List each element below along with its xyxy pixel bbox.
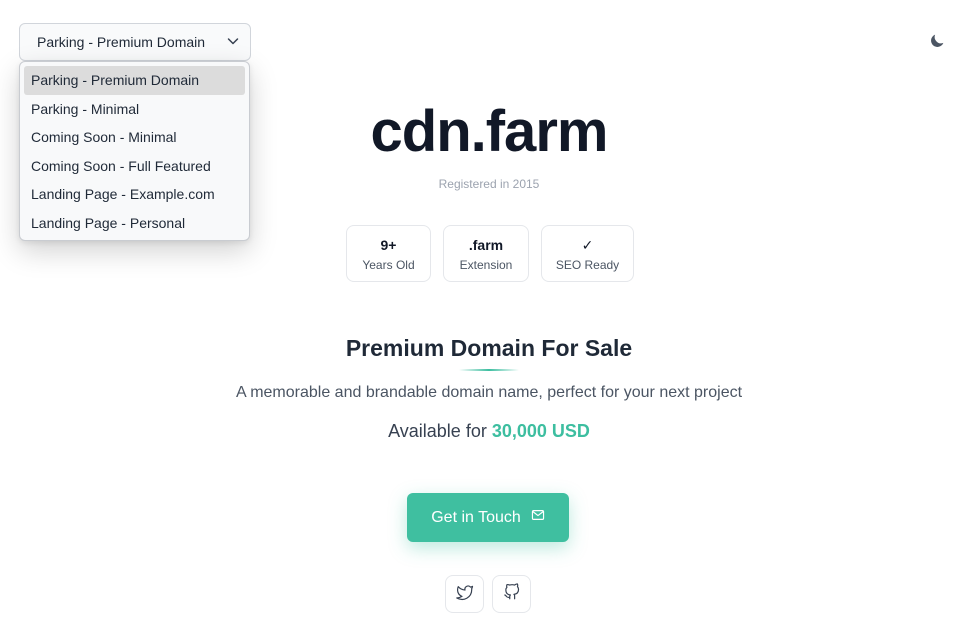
chevron-down-icon (226, 34, 240, 51)
twitter-link[interactable] (445, 575, 484, 613)
cta-label: Get in Touch (431, 508, 521, 526)
stat-value: .farm (468, 236, 504, 253)
twitter-icon (455, 583, 474, 606)
price-amount: 30,000 USD (491, 421, 590, 441)
tagline: A memorable and brandable domain name, p… (235, 384, 743, 401)
template-option[interactable]: Landing Page - Example.com (24, 180, 245, 209)
stat-value: ✓ (581, 236, 594, 253)
title-underline (459, 369, 519, 371)
template-select[interactable]: Parking - Premium Domain (19, 23, 251, 61)
github-link[interactable] (492, 575, 531, 613)
template-select-value: Parking - Premium Domain (37, 34, 206, 50)
stat-card-age: 9+ Years Old (346, 225, 431, 282)
stat-value: 9+ (380, 236, 397, 253)
page: Parking - Premium Domain Parking - Premi… (0, 0, 978, 628)
sale-title: Premium Domain For Sale (345, 335, 633, 361)
template-dropdown: Parking - Premium Domain Parking - Minim… (19, 61, 250, 241)
template-option[interactable]: Coming Soon - Full Featured (24, 152, 245, 181)
stat-card-extension: .farm Extension (443, 225, 529, 282)
stat-card-seo: ✓ SEO Ready (541, 225, 634, 282)
template-option[interactable]: Coming Soon - Minimal (24, 123, 245, 152)
social-links (445, 575, 531, 613)
get-in-touch-button[interactable]: Get in Touch (407, 493, 569, 542)
price-line: Available for 30,000 USD (0, 421, 978, 442)
stat-label: Years Old (362, 257, 415, 272)
mail-icon (531, 508, 545, 527)
price-prefix: Available for (388, 421, 487, 441)
template-option[interactable]: Parking - Premium Domain (24, 66, 245, 95)
template-option[interactable]: Landing Page - Personal (24, 209, 245, 238)
stat-label: Extension (459, 257, 513, 272)
github-icon (503, 582, 521, 606)
stat-label: SEO Ready (555, 257, 620, 272)
theme-toggle-button[interactable] (925, 31, 949, 55)
moon-icon (928, 32, 946, 55)
template-option[interactable]: Parking - Minimal (24, 95, 245, 124)
